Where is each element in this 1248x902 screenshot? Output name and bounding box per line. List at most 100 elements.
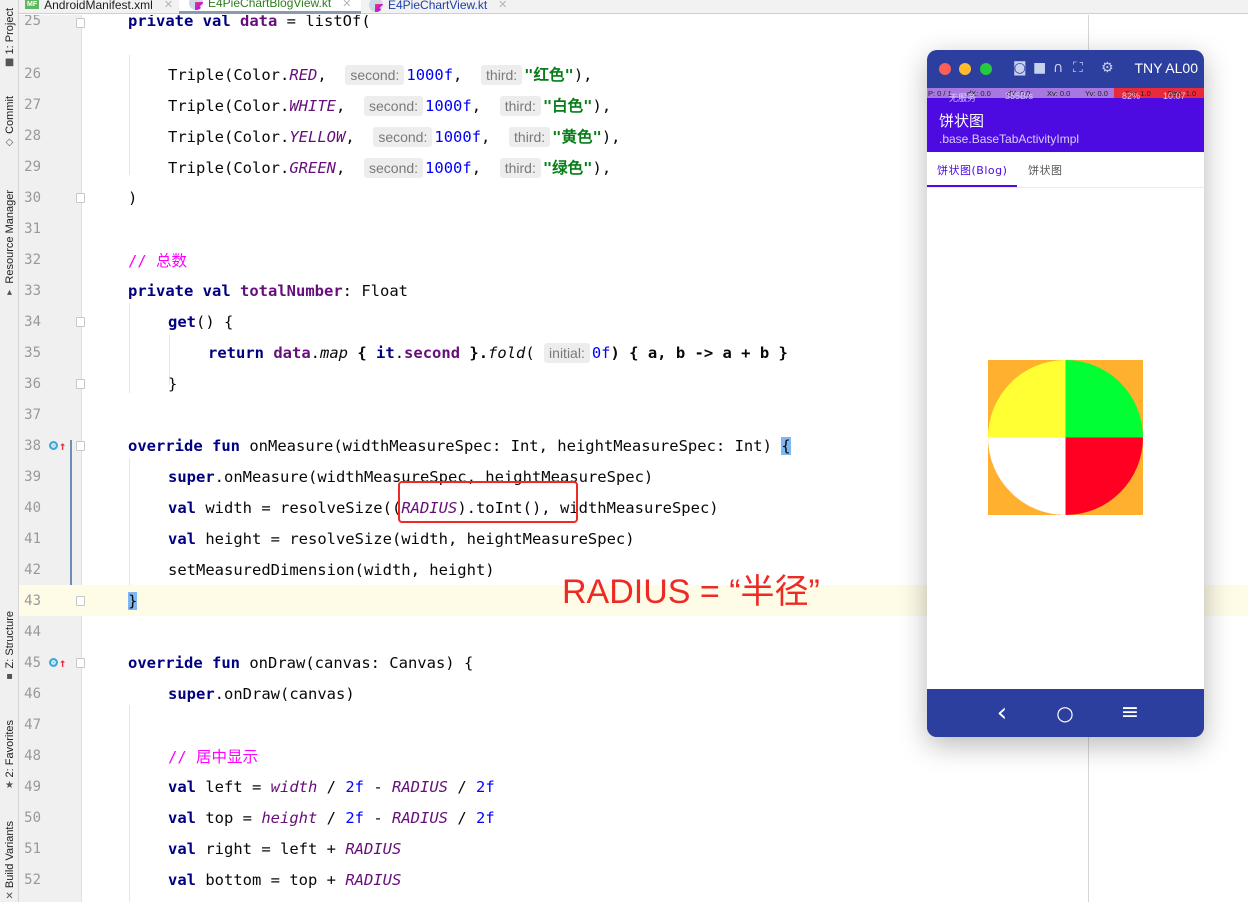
- token: Triple(Color.: [168, 65, 290, 84]
- headphones-icon[interactable]: ∩: [1053, 60, 1063, 76]
- tab-e4-pie-chart-blog-view[interactable]: E4PieChartBlogView.kt ✕: [179, 0, 362, 14]
- close-icon[interactable]: ✕: [498, 0, 507, 11]
- tool-favorites[interactable]: ★ 2: Favorites: [0, 705, 19, 791]
- token: .: [394, 343, 405, 362]
- line-number: 42: [24, 561, 41, 578]
- line-number: 52: [24, 871, 41, 888]
- token: : Float: [342, 281, 408, 300]
- tab-pie-chart[interactable]: 饼状图: [1028, 152, 1063, 188]
- token: super: [168, 467, 215, 486]
- home-icon[interactable]: ○: [1053, 701, 1077, 725]
- token: height: [261, 808, 318, 827]
- line-number: 38: [24, 437, 41, 454]
- token: totalNumber: [240, 281, 343, 300]
- parameter-hint: third:: [499, 157, 541, 178]
- matched-brace: }: [128, 591, 138, 610]
- line-number: 41: [24, 530, 41, 547]
- token: 2f: [345, 777, 364, 796]
- tool-build-variants-label: Build Variants: [3, 820, 16, 888]
- token: fold: [488, 343, 526, 362]
- token: Triple(Color.: [168, 127, 290, 146]
- token: map: [320, 343, 349, 362]
- matched-brace: {: [781, 436, 791, 455]
- tab-label: E4PieChartView.kt: [388, 0, 488, 12]
- tab-pie-chart-blog[interactable]: 饼状图(Blog): [937, 152, 1007, 188]
- editor-tab-bar: MF AndroidManifest.xml ✕ E4PieChartBlogV…: [19, 0, 1248, 14]
- tool-favorites-label: 2: Favorites: [3, 719, 16, 777]
- back-icon[interactable]: ‹: [990, 700, 1014, 726]
- token: /: [448, 777, 476, 796]
- kotlin-file-icon: [369, 0, 383, 12]
- token: -: [364, 777, 392, 796]
- minimize-window-button[interactable]: [959, 63, 971, 75]
- emulator-titlebar[interactable]: ◙ ■ ∩ ⛶ ⚙ TNY AL00: [927, 50, 1204, 88]
- token: ) { a, b -> a + b }: [610, 343, 788, 362]
- close-icon[interactable]: ✕: [342, 0, 351, 10]
- emulator-window[interactable]: ◙ ■ ∩ ⛶ ⚙ TNY AL00 饼状图 .base.BaseTabActi…: [927, 50, 1204, 737]
- tab-android-manifest[interactable]: MF AndroidManifest.xml ✕: [25, 0, 173, 14]
- token: RADIUS: [392, 808, 448, 827]
- override-gutter-icon[interactable]: ↑: [49, 657, 66, 669]
- app-tab-layout: 饼状图(Blog) 饼状图: [927, 152, 1204, 188]
- line-number: 31: [24, 220, 41, 237]
- settings-icon[interactable]: ⚙: [1101, 60, 1114, 76]
- token: = listOf(: [277, 15, 371, 30]
- navigation-bar: ‹ ○ ≡: [927, 689, 1204, 737]
- token: 2f: [345, 808, 364, 827]
- token: WHITE: [289, 96, 336, 115]
- fold-icon[interactable]: [76, 441, 85, 451]
- device-screen[interactable]: 饼状图 .base.BaseTabActivityImpl P: 0 / 1 d…: [927, 88, 1204, 689]
- fold-icon[interactable]: [76, 596, 85, 606]
- tool-project[interactable]: ■ 1: Project: [0, 0, 19, 68]
- code-line-52: 52 val bottom = top + RADIUS: [19, 864, 1248, 895]
- tab-e4-pie-chart-view[interactable]: E4PieChartView.kt ✕: [369, 0, 507, 14]
- line-number: 44: [24, 623, 41, 640]
- resource-manager-icon: ▴: [6, 287, 13, 298]
- fullscreen-icon[interactable]: ⛶: [1073, 60, 1083, 76]
- carrier-status: 无服务: [949, 93, 977, 103]
- token: setMeasuredDimension(width, height): [168, 560, 495, 579]
- menu-icon[interactable]: ≡: [1118, 701, 1142, 725]
- fold-icon[interactable]: [76, 658, 85, 668]
- fold-icon[interactable]: [76, 193, 85, 203]
- tool-build-variants[interactable]: ✕ Build Variants: [0, 812, 19, 902]
- token: top =: [196, 808, 262, 827]
- token: RADIUS: [345, 870, 402, 889]
- token: bottom = top +: [196, 870, 346, 889]
- fold-icon[interactable]: [76, 379, 85, 389]
- override-icon: [49, 441, 58, 450]
- tool-commit[interactable]: ◇ Commit: [0, 88, 19, 148]
- fold-icon[interactable]: [76, 18, 85, 28]
- fold-icon[interactable]: [76, 317, 85, 327]
- tool-resource-manager[interactable]: ▴ Resource Manager: [0, 172, 19, 298]
- token: 1000f: [425, 96, 472, 115]
- token: second: [404, 343, 461, 362]
- line-number: 28: [24, 127, 41, 144]
- code-line-48: 48 // 居中显示: [19, 740, 1248, 771]
- token: {: [348, 343, 377, 362]
- video-icon[interactable]: ■: [1033, 60, 1046, 76]
- tool-project-label: 1: Project: [3, 7, 16, 54]
- pointer-xv: Xv: 0.0: [1047, 88, 1071, 98]
- parameter-hint: initial:: [544, 342, 590, 363]
- maximize-window-button[interactable]: [980, 63, 992, 75]
- line-number: 40: [24, 499, 41, 516]
- token: val: [168, 808, 196, 827]
- token: 2f: [476, 777, 495, 796]
- code-line-25: 25 private val data = listOf(: [19, 15, 1248, 36]
- line-number: 25: [24, 15, 41, 29]
- token: -: [364, 808, 392, 827]
- override-gutter-icon[interactable]: ↑: [49, 438, 67, 453]
- token: ): [128, 188, 138, 207]
- close-icon[interactable]: ✕: [164, 0, 173, 11]
- close-window-button[interactable]: [939, 63, 951, 75]
- token: }: [168, 374, 178, 393]
- code-line-49: 49 val left = width / 2f - RADIUS / 2f: [19, 771, 1248, 802]
- token: .onDraw(canvas): [214, 684, 355, 703]
- token: width = resolveSize((: [196, 498, 402, 517]
- camera-icon[interactable]: ◙: [1013, 60, 1027, 76]
- tool-structure[interactable]: ▪ Z: Structure: [0, 598, 19, 682]
- line-number: 48: [24, 747, 41, 764]
- line-number: 37: [24, 406, 41, 423]
- arrow-up-icon: ↑: [59, 438, 67, 453]
